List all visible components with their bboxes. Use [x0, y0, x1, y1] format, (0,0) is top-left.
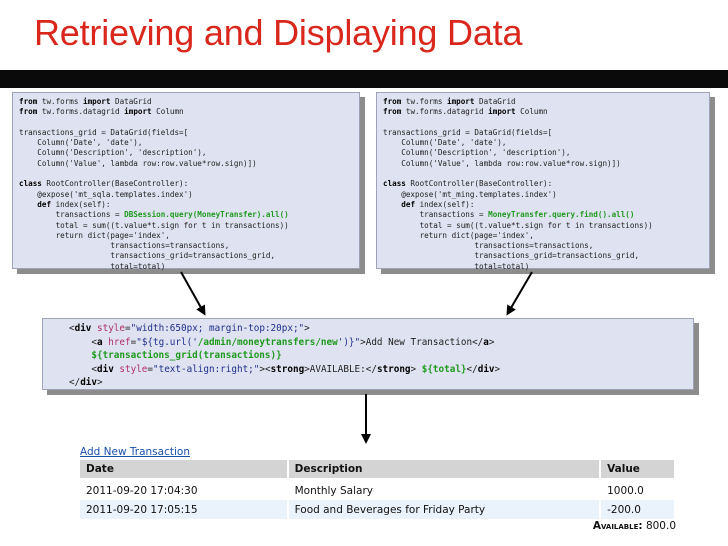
transactions-datagrid: Date Description Value 2011-09-20 17:04:… [80, 460, 676, 519]
cell-date: 2011-09-20 17:05:15 [80, 500, 289, 519]
available-total: Available: 800.0 [593, 520, 676, 532]
column-header-value: Value [600, 460, 676, 478]
cell-date: 2011-09-20 17:04:30 [80, 481, 289, 500]
cell-value: 1000.0 [600, 481, 676, 500]
column-header-description: Description [287, 460, 602, 478]
table-row: 2011-09-20 17:05:15 Food and Beverages f… [80, 500, 676, 519]
available-value: 800.0 [645, 520, 676, 532]
cell-description: Monthly Salary [287, 481, 602, 500]
cell-value: -200.0 [600, 500, 676, 519]
arrow-right-icon [506, 271, 533, 316]
arrow-left-icon [180, 271, 206, 316]
add-new-transaction-link[interactable]: Add New Transaction [80, 446, 190, 458]
cell-description: Food and Beverages for Friday Party [287, 500, 602, 519]
column-header-date: Date [80, 460, 289, 478]
grid-header-row: Date Description Value [80, 460, 676, 478]
available-label: Available: [592, 520, 643, 532]
table-row: 2011-09-20 17:04:30 Monthly Salary 1000.… [80, 481, 676, 500]
